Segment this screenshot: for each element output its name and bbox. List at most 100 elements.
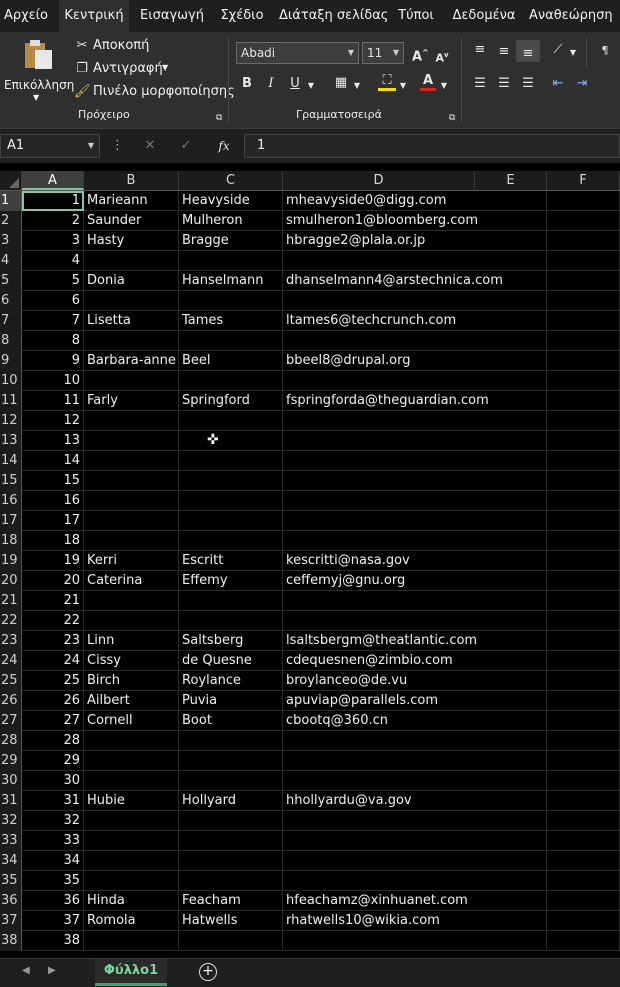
cell-e[interactable] [475, 471, 547, 491]
align-bottom-icon[interactable]: ≡ [516, 40, 540, 62]
row-header[interactable]: 29 [0, 751, 22, 771]
row-header[interactable]: 27 [0, 711, 22, 731]
cell-f[interactable] [547, 731, 620, 751]
cell-c[interactable] [179, 811, 283, 831]
cell-f[interactable] [547, 791, 620, 811]
cell-c[interactable] [179, 931, 283, 951]
cell-c[interactable]: Bragge [179, 231, 283, 251]
cell-f[interactable] [547, 271, 620, 291]
cell-e[interactable] [475, 451, 547, 471]
row-header[interactable]: 25 [0, 671, 22, 691]
add-sheet-button[interactable]: + [199, 963, 217, 981]
cell-e[interactable] [475, 931, 547, 951]
align-top-icon[interactable]: ≡ [472, 42, 488, 58]
cell-b[interactable]: Lisetta [84, 311, 179, 331]
cancel-icon[interactable]: ✕ [142, 138, 158, 154]
cell-b[interactable]: Hinda [84, 891, 179, 911]
cell-d[interactable] [283, 531, 475, 551]
row-header[interactable]: 23 [0, 631, 22, 651]
cell-c[interactable]: Hatwells [179, 911, 283, 931]
cell-f[interactable] [547, 771, 620, 791]
cell-d[interactable]: rhatwells10@wikia.com [283, 911, 475, 931]
row-header[interactable]: 26 [0, 691, 22, 711]
cell-b[interactable]: Romola [84, 911, 179, 931]
cell-d[interactable]: bbeel8@drupal.org [283, 351, 475, 371]
tab-page-layout[interactable]: Διάταξη σελίδας [279, 0, 388, 32]
cell-a[interactable]: 9 [22, 351, 84, 371]
cell-a[interactable]: 15 [22, 471, 84, 491]
row-header[interactable]: 38 [0, 931, 22, 951]
cell-d[interactable]: smulheron1@bloomberg.com [283, 211, 478, 231]
cell-d[interactable] [283, 251, 475, 271]
cell-a[interactable]: 14 [22, 451, 84, 471]
cell-c[interactable] [179, 611, 283, 631]
cell-e[interactable] [475, 591, 547, 611]
row-header[interactable]: 19 [0, 551, 22, 571]
cell-f[interactable] [547, 751, 620, 771]
row-header[interactable]: 11 [0, 391, 22, 411]
cell-e[interactable] [475, 291, 547, 311]
chevron-down-icon[interactable]: ▼ [439, 78, 449, 94]
cell-a[interactable]: 32 [22, 811, 84, 831]
tab-home[interactable]: Κεντρική [59, 0, 129, 32]
column-header-f[interactable]: F [547, 171, 620, 190]
cell-f[interactable] [547, 511, 620, 531]
row-header[interactable]: 9 [0, 351, 22, 371]
cell-a[interactable]: 6 [22, 291, 84, 311]
cell-a[interactable]: 12 [22, 411, 84, 431]
tab-insert[interactable]: Εισαγωγή [137, 0, 207, 32]
cell-f[interactable] [547, 371, 620, 391]
format-painter-button[interactable]: 🖌 Πινέλο μορφοποίησης [74, 83, 235, 101]
cell-b[interactable]: Cornell [84, 711, 179, 731]
column-header-c[interactable]: C [179, 171, 283, 190]
cell-f[interactable] [547, 831, 620, 851]
cell-b[interactable] [84, 811, 179, 831]
cell-d[interactable] [283, 771, 475, 791]
tab-draw[interactable]: Σχέδιο [215, 0, 269, 32]
cell-c[interactable]: Hanselmann [179, 271, 283, 291]
cell-e[interactable] [475, 711, 547, 731]
cell-d[interactable]: fspringforda@theguardian.com [283, 391, 489, 411]
cell-e[interactable] [475, 251, 547, 271]
cell-c[interactable] [179, 851, 283, 871]
row-header[interactable]: 2 [0, 211, 22, 231]
cell-e[interactable] [475, 791, 547, 811]
row-header[interactable]: 36 [0, 891, 22, 911]
cell-a[interactable]: 20 [22, 571, 84, 591]
scroll-right-icon[interactable]: ▶ [48, 965, 56, 976]
cell-c[interactable] [179, 871, 283, 891]
cell-a[interactable]: 8 [22, 331, 84, 351]
more-options-icon[interactable]: ⋮ [111, 138, 124, 154]
chevron-down-icon[interactable]: ▼ [568, 45, 578, 61]
cell-d[interactable] [283, 411, 475, 431]
cell-a[interactable]: 26 [22, 691, 84, 711]
cell-c[interactable]: de Quesne [179, 651, 283, 671]
cell-f[interactable] [547, 471, 620, 491]
cell-a[interactable]: 5 [22, 271, 84, 291]
cell-b[interactable] [84, 531, 179, 551]
cell-f[interactable] [547, 331, 620, 351]
cell-d[interactable] [283, 591, 475, 611]
cell-a[interactable]: 17 [22, 511, 84, 531]
dialog-launcher-icon[interactable]: ⧉ [216, 110, 222, 126]
column-header-e[interactable]: E [475, 171, 547, 190]
cell-d[interactable]: mheavyside0@digg.com [283, 191, 475, 211]
cell-f[interactable] [547, 491, 620, 511]
row-header[interactable]: 31 [0, 791, 22, 811]
column-header-a[interactable]: A [22, 171, 84, 190]
cell-f[interactable] [547, 891, 620, 911]
fill-color-icon[interactable]: ⛶ [378, 74, 396, 91]
sheet-tab[interactable]: Φύλλο1 [95, 959, 167, 986]
row-header[interactable]: 20 [0, 571, 22, 591]
cell-d[interactable] [283, 611, 475, 631]
row-header[interactable]: 17 [0, 511, 22, 531]
cell-d[interactable] [283, 451, 475, 471]
cell-b[interactable]: Ailbert [84, 691, 179, 711]
formula-input[interactable]: 1 [244, 134, 620, 158]
cell-a[interactable]: 13 [22, 431, 84, 451]
cell-d[interactable] [283, 931, 475, 951]
cell-a[interactable]: 31 [22, 791, 84, 811]
cell-a[interactable]: 19 [22, 551, 84, 571]
cell-c[interactable]: Puvia [179, 691, 283, 711]
cell-d[interactable] [283, 471, 475, 491]
